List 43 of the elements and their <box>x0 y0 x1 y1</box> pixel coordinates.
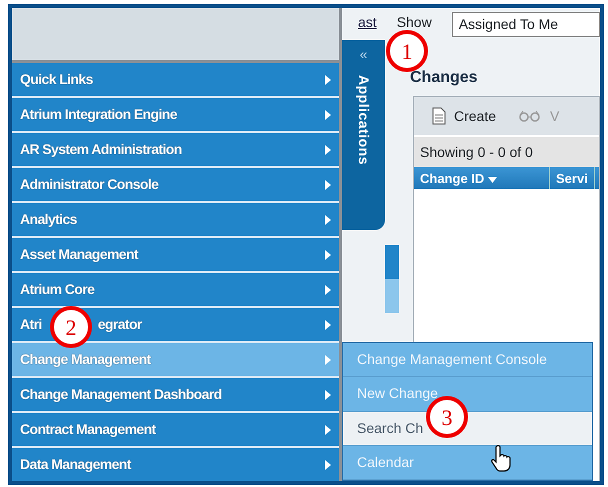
submenu-arrow-icon <box>325 214 331 224</box>
show-dropdown[interactable]: Assigned To Me <box>452 12 600 37</box>
submenu-arrow-icon <box>325 390 331 400</box>
view-button[interactable]: V <box>518 106 560 126</box>
menu-item[interactable]: AR System Administration <box>12 133 339 168</box>
show-label: Show <box>396 13 432 32</box>
create-button[interactable]: Create <box>432 106 496 126</box>
menu-item-text: Atri <box>20 315 42 334</box>
menu-band <box>385 245 399 279</box>
menu-item[interactable]: Change Management <box>12 343 339 378</box>
submenu-arrow-icon <box>325 424 331 434</box>
menu-band <box>385 279 399 313</box>
section-title: Changes <box>410 69 478 86</box>
submenu-item[interactable]: Change Management Console <box>343 343 592 378</box>
submenu-arrow-icon <box>325 354 331 364</box>
menu-item-text: egrator <box>98 315 142 334</box>
glasses-icon <box>518 110 542 122</box>
submenu-arrow-icon <box>325 74 331 84</box>
column-header[interactable]: Change ID <box>414 167 550 189</box>
menu-item[interactable]: Administrator Console <box>12 168 339 203</box>
submenu-arrow-icon <box>325 320 331 330</box>
menu-item[interactable]: Asset Management <box>12 238 339 273</box>
menu-item[interactable]: Atrium Core <box>12 273 339 308</box>
sort-arrow-icon <box>488 176 497 183</box>
paging-text: Showing 0 - 0 of 0 <box>414 135 599 167</box>
collapse-icon[interactable]: « <box>360 44 368 65</box>
menu-item[interactable]: Change Management Dashboard <box>12 378 339 413</box>
column-header[interactable]: Servi <box>550 167 595 189</box>
submenu-arrow-icon <box>325 180 331 190</box>
submenu-arrow-icon <box>325 144 331 154</box>
applications-label: Applications <box>355 75 373 166</box>
link[interactable]: ast <box>358 12 377 33</box>
menu-item[interactable]: Atrium Integration Engine <box>12 98 339 133</box>
menu-item[interactable]: Contract Management <box>12 413 339 448</box>
document-icon <box>432 107 446 125</box>
menu-item[interactable]: Analytics <box>12 203 339 238</box>
menu-item[interactable]: Data Management <box>12 448 339 481</box>
submenu-arrow-icon <box>325 460 331 470</box>
submenu-arrow-icon <box>325 250 331 260</box>
submenu-arrow-icon <box>325 284 331 294</box>
applications-tab[interactable]: « Applications <box>342 40 385 230</box>
submenu-arrow-icon <box>325 110 331 120</box>
menu-item[interactable]: Quick Links <box>12 63 339 98</box>
